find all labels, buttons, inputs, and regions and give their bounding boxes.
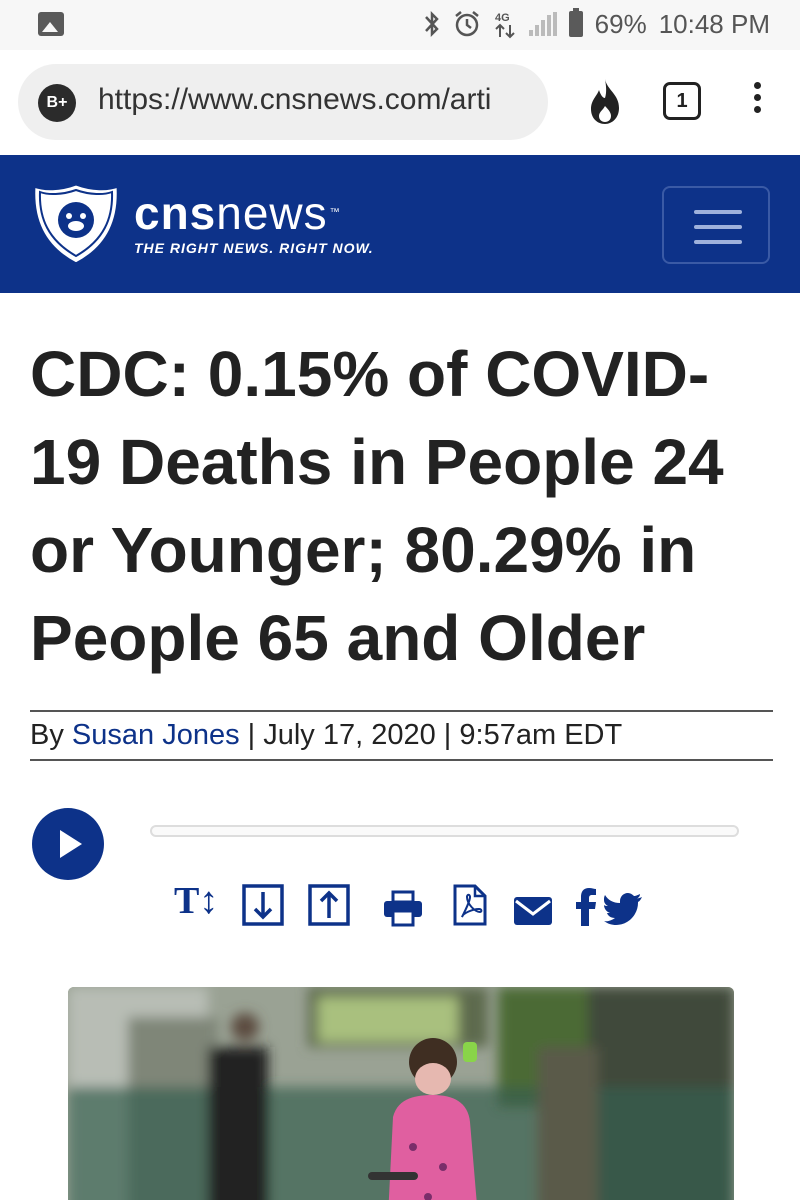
play-audio-button[interactable]: [32, 808, 104, 880]
signal-icon: [528, 12, 557, 36]
scroll-down-icon[interactable]: [242, 882, 284, 928]
browser-toolbar: B+ https://www.cnsnews.com/arti 1: [0, 50, 800, 155]
logo-word-bold: cns: [134, 187, 217, 239]
battery-percent: 69%: [594, 8, 647, 39]
menu-kebab-icon[interactable]: [750, 82, 764, 122]
email-icon[interactable]: [513, 888, 553, 934]
publish-date: July 17, 2020: [263, 719, 436, 751]
site-badge[interactable]: B+: [38, 84, 76, 122]
alarm-icon: [453, 10, 481, 38]
status-bar: 4G 69% 10:48 PM: [0, 0, 800, 50]
4g-lte-icon: 4G: [493, 9, 517, 39]
audio-progress-bar[interactable]: [150, 825, 739, 837]
status-icons: 4G 69% 10:48 PM: [423, 8, 770, 40]
site-header: cnsnews ™ THE RIGHT NEWS. RIGHT NOW.: [0, 155, 800, 293]
text-size-icon[interactable]: T↕: [174, 878, 218, 924]
svg-text:4G: 4G: [495, 12, 510, 24]
site-logo-text[interactable]: cnsnews ™: [134, 187, 341, 239]
author-link[interactable]: Susan Jones: [72, 719, 240, 751]
article-photo: [68, 987, 734, 1200]
hamburger-menu-icon[interactable]: [662, 186, 770, 264]
address-bar[interactable]: B+ https://www.cnsnews.com/arti: [18, 64, 548, 140]
publish-time: 9:57am EDT: [459, 719, 623, 751]
site-tagline: THE RIGHT NEWS. RIGHT NOW.: [134, 240, 374, 256]
twitter-icon[interactable]: [604, 886, 642, 932]
article-byline: By Susan Jones | July 17, 2020 | 9:57am …: [30, 710, 773, 761]
facebook-icon[interactable]: [575, 884, 597, 930]
byline-separator: |: [435, 719, 460, 751]
logo-tm: ™: [329, 207, 341, 218]
battery-icon: [568, 8, 583, 37]
bluetooth-icon: [423, 10, 441, 38]
flame-icon[interactable]: [585, 76, 625, 126]
image-notification-icon: [38, 12, 64, 36]
pdf-icon[interactable]: [453, 882, 487, 928]
byline-prefix: By: [30, 719, 72, 751]
byline-separator: |: [239, 719, 264, 751]
article-headline: CDC: 0.15% of COVID-19 Deaths in People …: [30, 338, 724, 674]
url-text[interactable]: https://www.cnsnews.com/arti: [98, 83, 538, 117]
print-icon[interactable]: [383, 886, 423, 932]
scroll-up-icon[interactable]: [308, 882, 350, 928]
bulldog-logo-icon[interactable]: [30, 180, 122, 268]
clock: 10:48 PM: [658, 8, 770, 39]
logo-word-light: news: [216, 187, 328, 239]
tab-switcher-icon[interactable]: 1: [663, 82, 701, 120]
